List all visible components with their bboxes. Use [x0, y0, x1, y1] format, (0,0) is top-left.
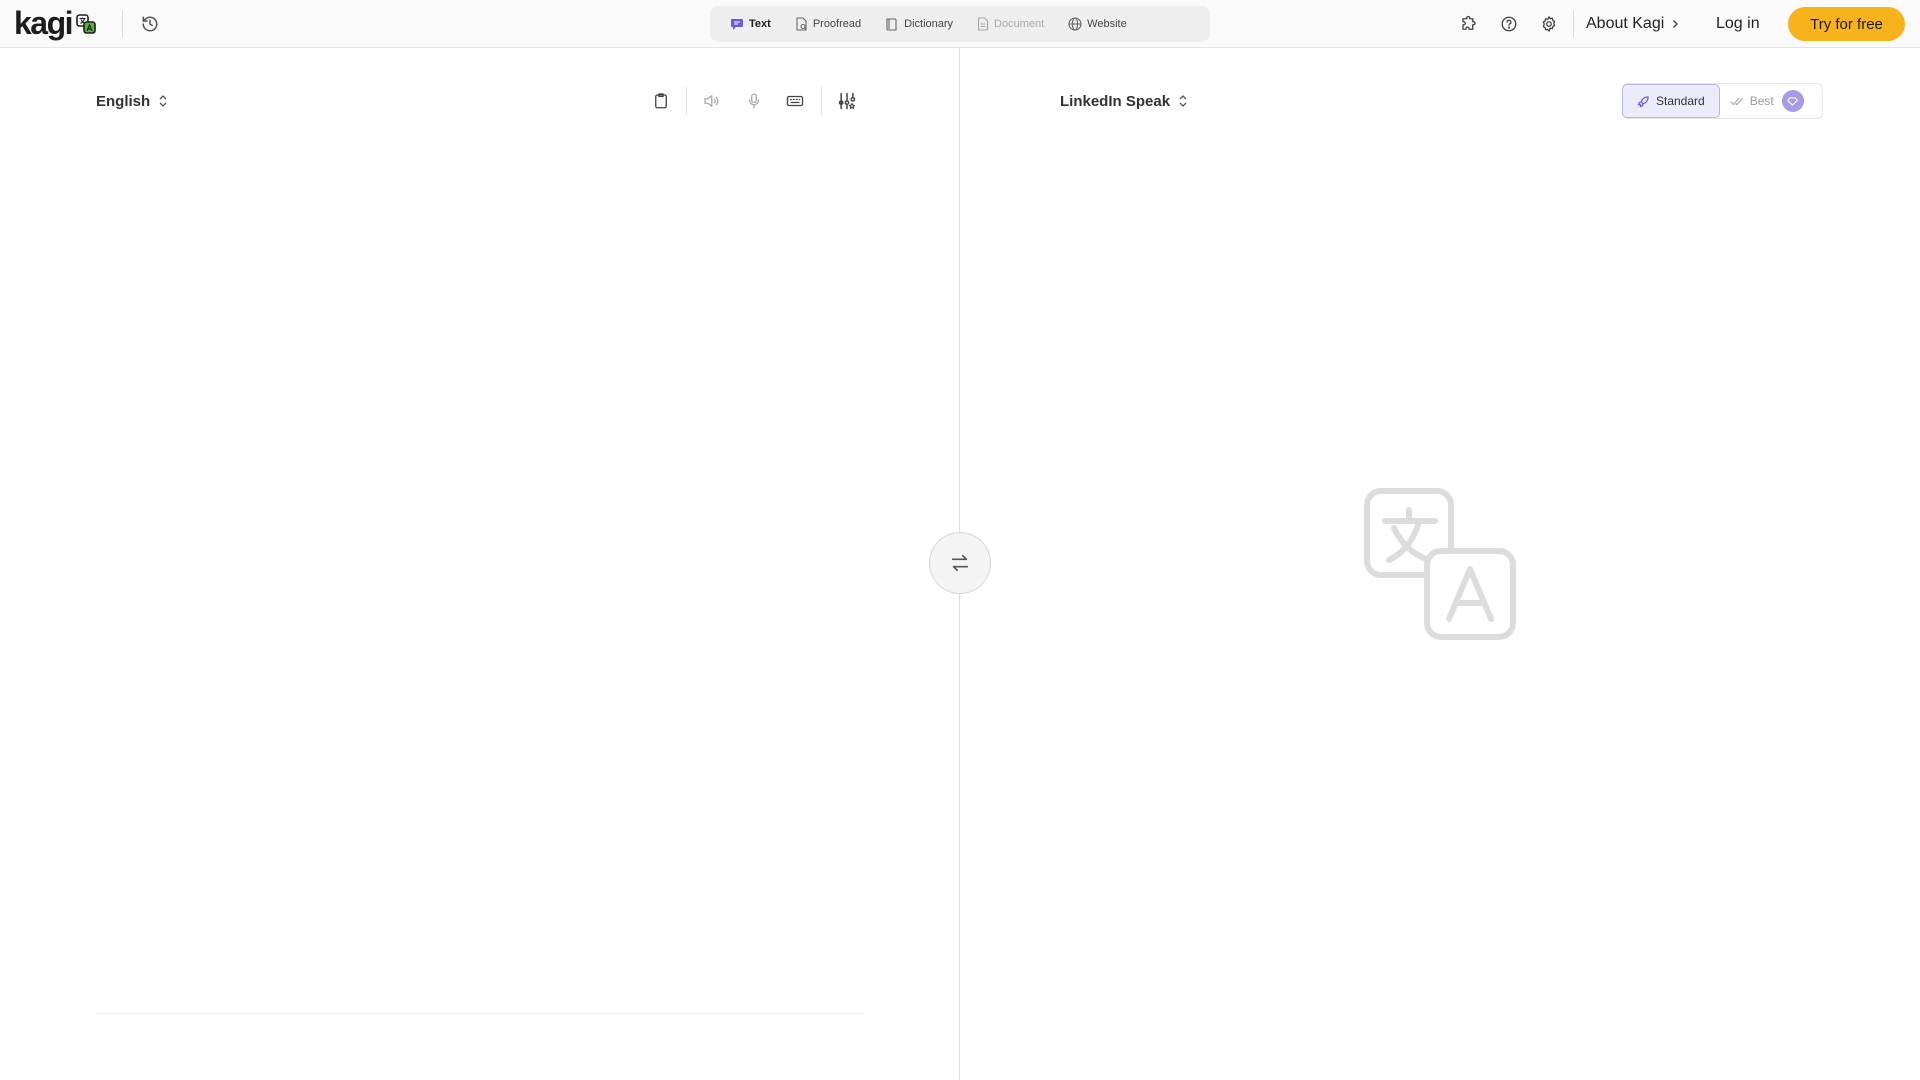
settings-button[interactable] [1537, 12, 1561, 36]
kagi-logo[interactable]: kagi [14, 6, 96, 40]
tab-website-label: Website [1087, 18, 1127, 30]
listen-button[interactable] [698, 88, 724, 114]
source-footer-divider [96, 1013, 864, 1014]
custom-settings-button[interactable] [834, 88, 860, 114]
header-divider [122, 11, 123, 37]
quality-toggle: Standard Best [1622, 83, 1823, 119]
diamond-icon [1787, 96, 1798, 106]
about-kagi-link[interactable]: About Kagi [1586, 12, 1680, 36]
document-check-icon [796, 17, 807, 31]
logo-text: kagi [14, 5, 74, 41]
tab-website[interactable]: Website [1056, 10, 1139, 38]
quality-best-label: Best [1749, 94, 1774, 108]
tab-proofread[interactable]: Proofread [783, 10, 873, 38]
globe-icon [1068, 17, 1082, 31]
sliders-star-icon [838, 92, 856, 110]
tab-dictionary-label: Dictionary [904, 18, 954, 30]
tab-document[interactable]: Document [965, 10, 1056, 38]
tab-document-label: Document [994, 18, 1045, 30]
help-button[interactable] [1497, 12, 1521, 36]
clipboard-icon [655, 93, 667, 109]
history-button[interactable] [138, 12, 162, 36]
toolbar-divider [821, 87, 822, 115]
translate-placeholder-icon [1364, 488, 1516, 640]
help-icon [1501, 16, 1517, 32]
paste-button[interactable] [648, 88, 674, 114]
swap-arrows-icon [951, 554, 969, 572]
gear-icon [1542, 16, 1556, 32]
header-divider [1573, 11, 1574, 37]
about-kagi-label: About Kagi [1586, 15, 1665, 32]
tab-proofread-label: Proofread [812, 18, 862, 30]
target-language-label: LinkedIn Speak [1060, 92, 1171, 110]
microphone-icon [748, 93, 760, 109]
login-link[interactable]: Log in [1716, 12, 1760, 36]
extensions-button[interactable] [1457, 12, 1481, 36]
toolbar-divider [686, 87, 687, 115]
document-icon [977, 17, 989, 31]
history-icon [142, 16, 158, 32]
tab-text[interactable]: Text [718, 10, 783, 38]
source-language-select[interactable]: English [96, 90, 168, 112]
try-for-free-button[interactable]: Try for free [1788, 7, 1905, 41]
source-language-label: English [96, 92, 151, 110]
target-language-select[interactable]: LinkedIn Speak [1060, 90, 1188, 112]
puzzle-icon [1462, 15, 1476, 30]
chevron-updown-icon [159, 95, 167, 107]
chat-bubble-icon [731, 19, 743, 30]
quality-best-option[interactable]: Best [1720, 84, 1814, 118]
rocket-icon [1637, 95, 1649, 107]
keyboard-icon [786, 95, 804, 107]
quality-standard-option[interactable]: Standard [1622, 84, 1720, 118]
mode-tabs: Text Proofread Dictionary Document Websi… [710, 6, 1210, 42]
chevron-updown-icon [1179, 95, 1187, 107]
double-check-icon [1730, 97, 1743, 106]
premium-badge [1781, 90, 1804, 112]
quality-standard-label: Standard [1656, 94, 1705, 108]
speaker-icon [704, 95, 719, 107]
chevron-right-icon [1673, 20, 1679, 28]
top-bar: kagi Text Proofread Dictionary Document [0, 0, 1920, 48]
book-icon [886, 18, 897, 31]
source-text-input[interactable] [96, 130, 864, 1000]
swap-languages-button[interactable] [929, 532, 991, 594]
tab-dictionary[interactable]: Dictionary [873, 10, 965, 38]
dictate-button[interactable] [741, 88, 767, 114]
keyboard-button[interactable] [782, 88, 808, 114]
translate-badge-icon [76, 14, 96, 34]
tab-text-label: Text [749, 18, 771, 30]
